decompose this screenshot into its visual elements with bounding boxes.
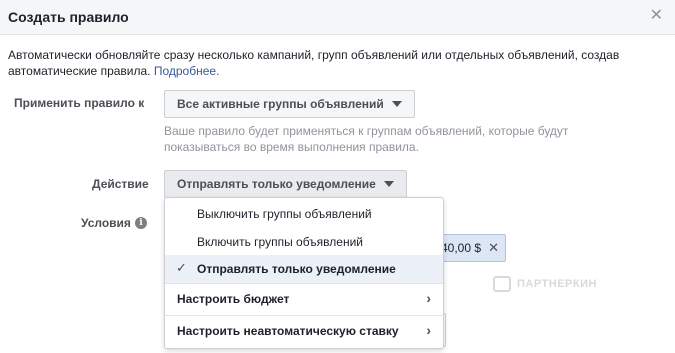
apply-select[interactable]: Все активные группы объявлений: [164, 90, 415, 118]
menu-item-label: Настроить неавтоматическую ставку: [177, 324, 399, 338]
action-select[interactable]: Отправлять только уведомление: [164, 170, 407, 198]
menu-item-disable-adsets[interactable]: Выключить группы объявлений: [165, 198, 443, 226]
menu-divider: [165, 283, 443, 284]
action-select-value: Отправлять только уведомление: [177, 177, 376, 191]
menu-item-adjust-budget[interactable]: Настроить бюджет ›: [165, 285, 443, 313]
condition-chip-value: 40,00 $: [441, 241, 482, 255]
conditions-label-text: Условия: [81, 216, 131, 230]
menu-item-label: Отправлять только уведомление: [197, 262, 396, 276]
watermark: ПАРТНЕРКИН: [493, 276, 597, 292]
dialog-title: Создать правило: [8, 9, 129, 25]
caret-down-icon: [383, 180, 394, 187]
apply-select-value: Все активные группы объявлений: [177, 97, 384, 111]
menu-item-label: Выключить группы объявлений: [197, 207, 372, 221]
dialog-header: Создать правило ✕: [0, 0, 675, 35]
watermark-logo-icon: [493, 276, 511, 292]
remove-chip-icon[interactable]: ✕: [488, 235, 499, 261]
action-dropdown-menu: Выключить группы объявлений Включить гру…: [164, 197, 444, 349]
menu-item-enable-adsets[interactable]: Включить группы объявлений: [165, 226, 443, 254]
close-icon[interactable]: ✕: [650, 8, 663, 24]
menu-item-adjust-manual-bid[interactable]: Настроить неавтоматическую ставку ›: [165, 317, 443, 347]
info-icon[interactable]: i: [134, 216, 147, 229]
caret-down-icon: [391, 100, 402, 107]
checkmark-icon: ✓: [176, 260, 187, 275]
description-text: Автоматически обновляйте сразу несколько…: [8, 48, 620, 78]
menu-divider: [165, 315, 443, 316]
more-link[interactable]: Подробнее.: [154, 64, 220, 78]
chevron-right-icon: ›: [426, 322, 431, 338]
menu-item-label: Настроить бюджет: [177, 292, 290, 306]
chevron-right-icon: ›: [426, 290, 431, 306]
watermark-text: ПАРТНЕРКИН: [517, 277, 597, 290]
conditions-label: Условия i: [81, 216, 147, 230]
menu-item-notify-only[interactable]: ✓ Отправлять только уведомление: [165, 255, 443, 283]
apply-label: Применить правило к: [14, 96, 145, 110]
menu-item-label: Включить группы объявлений: [197, 235, 363, 249]
dialog-description: Автоматически обновляйте сразу несколько…: [8, 47, 668, 79]
action-label: Действие: [92, 177, 149, 191]
apply-hint: Ваше правило будет применяться к группам…: [164, 124, 569, 154]
